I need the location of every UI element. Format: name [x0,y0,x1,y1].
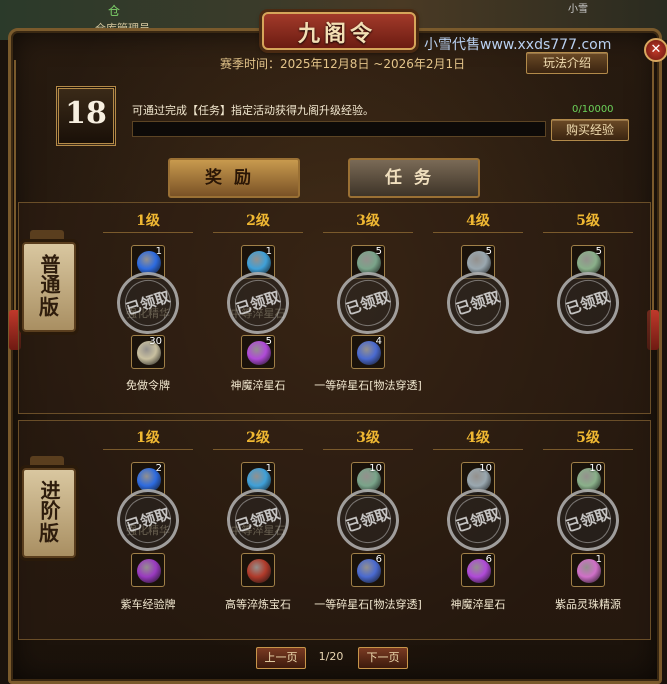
seller-watermark: 小雪代售www.xxds777.com [424,37,612,53]
buy-exp-button[interactable]: 购买经验 [551,119,629,141]
level-divider-line [213,449,303,450]
reward-item-count: 5 [375,246,382,257]
reward-item-count: 6 [375,554,382,565]
exp-progress-bar [132,121,546,137]
reward-item-icon [137,559,161,583]
tier-badge-advanced-line2: 版 [39,521,59,545]
reward-item-count: 2 [155,463,162,474]
reward-slot[interactable]: 5 [241,335,275,369]
reward-level-label: 2级 [246,430,270,446]
reward-item-name: 神魔淬星石 [230,379,286,392]
reward-item-count: 6 [485,554,492,565]
rules-button[interactable]: 玩法介绍 [526,52,608,74]
window-title: 九阁令 [297,21,376,47]
level-divider-line [323,449,413,450]
reward-item-count: 30 [149,336,162,347]
close-button[interactable]: ✕ [644,38,667,62]
tier-badge-advanced: 进阶 版 [22,468,76,558]
reward-item-count: 1 [265,246,272,257]
reward-slot[interactable]: 1 [571,553,605,587]
tier-badge-normal-line2: 版 [39,295,59,319]
reward-slot[interactable] [241,553,275,587]
reward-item-name: 高等淬炼宝石 [225,598,291,611]
reward-item-name: 一等碎星石[物法穿透] [314,598,422,611]
scene-player-name: 小雪 [568,4,588,15]
current-level: 18 [65,96,107,131]
reward-slot[interactable]: 4 [351,335,385,369]
tab-rewards[interactable]: 奖励 [168,158,300,198]
reward-slot[interactable]: 30 [131,335,165,369]
level-divider-line [433,232,523,233]
level-divider-line [433,449,523,450]
reward-item-name: 一等碎星石[物法穿透] [314,379,422,392]
tier-badge-advanced-line1: 进阶 [37,480,61,520]
season-dates: 赛季时间：2025年12月8日 ~2026年2月1日 [220,57,466,71]
reward-item-count: 5 [595,246,602,257]
reward-item-name: 神魔淬星石 [450,598,506,611]
reward-item-count: 5 [265,336,272,347]
reward-item-count: 10 [369,463,382,474]
reward-item-name: 免做令牌 [126,379,170,392]
reward-item-name: 紫品灵珠精源 [555,598,621,611]
level-divider-line [543,232,633,233]
reward-level-label: 2级 [246,213,270,229]
next-page-button[interactable]: 下一页 [358,647,408,669]
reward-slot[interactable] [131,553,165,587]
reward-level-label: 5级 [576,430,600,446]
level-divider-line [103,449,193,450]
reward-level-label: 1级 [136,430,160,446]
level-divider-line [213,232,303,233]
level-divider-line [543,449,633,450]
reward-item-count: 1 [265,463,272,474]
level-divider-line [323,232,413,233]
reward-item-icon [247,559,271,583]
reward-slot[interactable]: 6 [461,553,495,587]
exp-description: 可通过完成【任务】指定活动获得九阁升级经验。 [132,104,374,117]
reward-level-label: 3级 [356,213,380,229]
tab-tasks[interactable]: 任务 [348,158,480,198]
reward-item-count: 10 [589,463,602,474]
tier-badge-normal: 普通 版 [22,242,76,332]
tier-badge-normal-line1: 普通 [37,254,61,294]
reward-item-count: 4 [375,336,382,347]
reward-level-label: 5级 [576,213,600,229]
reward-item-count: 1 [595,554,602,565]
prev-page-button[interactable]: 上一页 [256,647,306,669]
exp-counter: 0/10000 [572,104,614,115]
reward-level-label: 4级 [466,213,490,229]
reward-item-name: 紫车经验牌 [120,598,176,611]
page-indicator: 1/20 [318,650,344,663]
reward-slot[interactable]: 6 [351,553,385,587]
scene-npc-marker: 仓 [108,4,121,18]
reward-level-label: 4级 [466,430,490,446]
reward-item-count: 1 [155,246,162,257]
reward-level-label: 1级 [136,213,160,229]
reward-item-count: 5 [485,246,492,257]
level-divider-line [103,232,193,233]
reward-level-label: 3级 [356,430,380,446]
reward-item-count: 10 [479,463,492,474]
